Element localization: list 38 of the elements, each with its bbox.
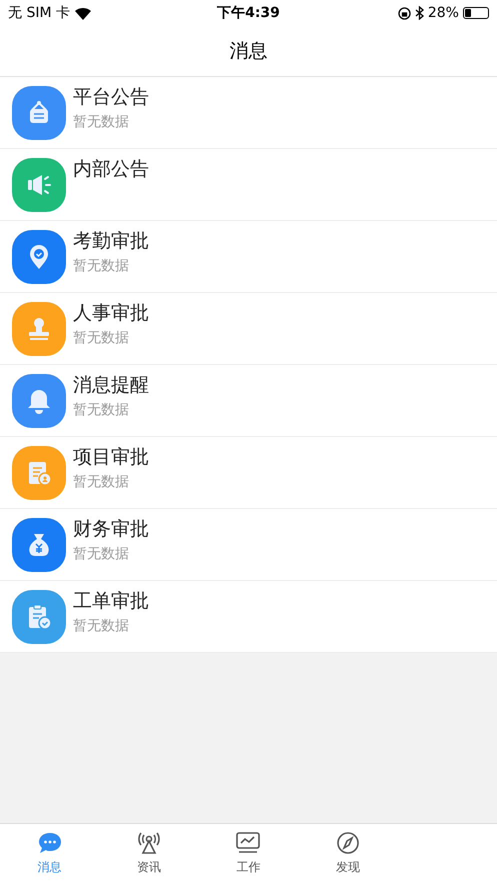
tab-bar-item[interactable]: 发现 bbox=[298, 824, 398, 883]
compass-icon bbox=[334, 831, 361, 855]
tab-bar-item[interactable]: 资讯 bbox=[99, 824, 199, 883]
wifi-icon bbox=[74, 6, 92, 20]
category-title: 人事审批 bbox=[73, 301, 149, 325]
battery-percent: 28% bbox=[428, 4, 459, 22]
category-subtitle: 暂无数据 bbox=[73, 329, 130, 348]
message-category-row[interactable]: 项目审批 暂无数据 bbox=[0, 437, 497, 509]
category-title: 考勤审批 bbox=[73, 229, 149, 253]
category-subtitle: 暂无数据 bbox=[73, 545, 130, 564]
message-category-row[interactable]: 财务审批 暂无数据 bbox=[0, 509, 497, 581]
category-title: 消息提醒 bbox=[73, 373, 149, 397]
rotation-lock-icon bbox=[398, 6, 411, 20]
category-subtitle: 暂无数据 bbox=[73, 401, 130, 420]
message-category-row[interactable]: 人事审批 暂无数据 bbox=[0, 293, 497, 365]
category-title: 平台公告 bbox=[73, 85, 149, 109]
message-category-row[interactable]: 考勤审批 暂无数据 bbox=[0, 221, 497, 293]
antenna-icon bbox=[136, 831, 162, 855]
category-subtitle: 暂无数据 bbox=[73, 257, 130, 276]
message-category-row[interactable]: 工单审批 暂无数据 bbox=[0, 581, 497, 653]
category-subtitle: 暂无数据 bbox=[73, 113, 130, 132]
category-title: 财务审批 bbox=[73, 517, 149, 541]
message-category-row[interactable]: 平台公告 暂无数据 bbox=[0, 77, 497, 149]
category-subtitle: 暂无数据 bbox=[73, 473, 130, 492]
battery-icon bbox=[462, 7, 489, 19]
category-title: 工单审批 bbox=[73, 589, 149, 613]
category-subtitle: 暂无数据 bbox=[73, 617, 130, 636]
carrier-text: 无 SIM 卡 bbox=[8, 4, 70, 22]
message-category-row[interactable]: 内部公告 bbox=[0, 149, 497, 221]
message-category-row[interactable]: 消息提醒 暂无数据 bbox=[0, 365, 497, 437]
bluetooth-icon bbox=[414, 6, 424, 20]
tab-bar-item[interactable]: 工作 bbox=[198, 824, 298, 883]
monitor-chart-icon bbox=[235, 831, 262, 855]
page-title: 消息 bbox=[230, 38, 268, 64]
clock-text: 下午4:39 bbox=[217, 4, 280, 22]
category-title: 项目审批 bbox=[73, 445, 149, 469]
category-title: 内部公告 bbox=[73, 157, 149, 181]
chat-bubble-icon bbox=[36, 831, 63, 855]
